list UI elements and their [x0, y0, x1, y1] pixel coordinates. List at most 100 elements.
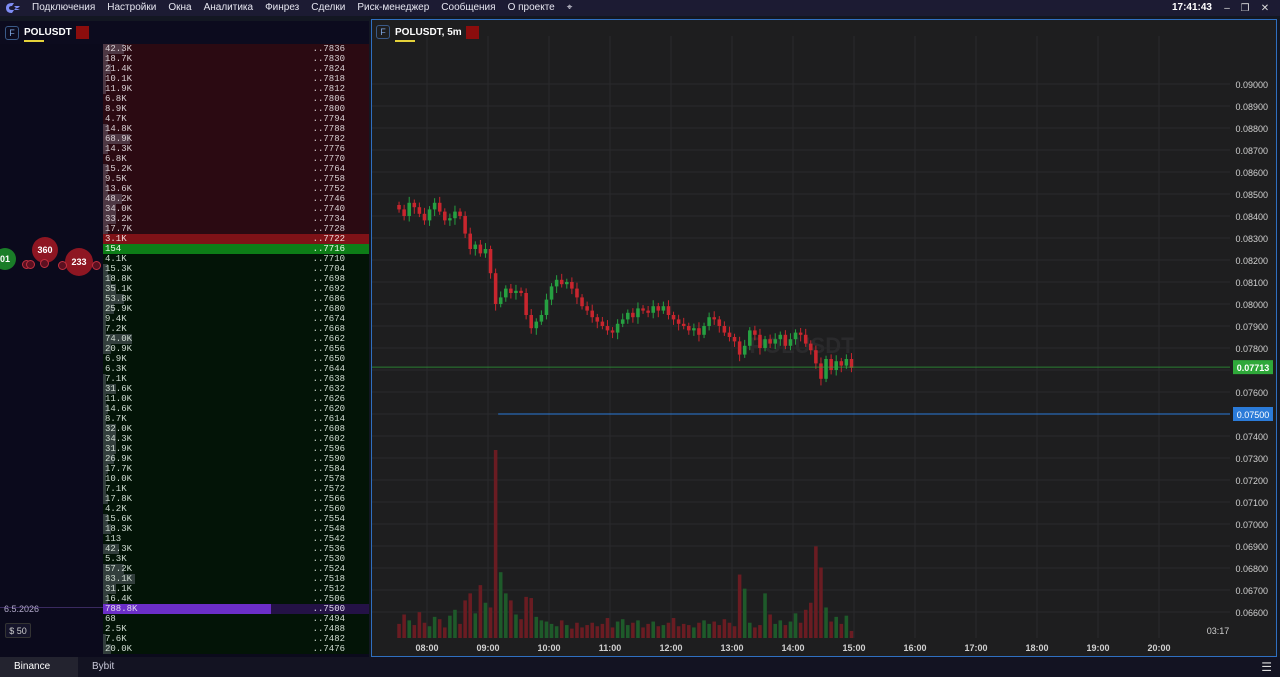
ladder-row[interactable]: 18.7K ..7830 [103, 54, 369, 64]
menu-item[interactable]: Сообщения [435, 0, 501, 16]
price-ladder[interactable]: 42.3K ..7836 18.7K ..7830 21.4K ..7824 10.1K..… [103, 44, 369, 656]
ladder-row[interactable]: 154 ..7716 [103, 244, 369, 254]
candle-body [544, 299, 549, 315]
ladder-row[interactable]: 6.9K ..7650 [103, 354, 369, 364]
ladder-row[interactable]: 4.1K ..7710 [103, 254, 369, 264]
ladder-row[interactable]: 113 ..7542 [103, 534, 369, 544]
candle-body [687, 326, 691, 331]
trade-bubble-small [92, 261, 101, 270]
ladder-row[interactable]: 68 ..7494 [103, 614, 369, 624]
ladder-row[interactable]: 14.6K ..7620 [103, 404, 369, 414]
chart-link-color-icon[interactable] [465, 25, 479, 39]
candlestick-chart[interactable]: 0.09000 0.08900 0.08800 0.08700 0.08600 0.085… [372, 20, 1276, 656]
restore-icon[interactable]: ❐ [1236, 0, 1254, 16]
ladder-row[interactable]: 2.5K ..7488 [103, 624, 369, 634]
ladder-row[interactable]: 5.3K ..7530 [103, 554, 369, 564]
menu-item[interactable]: О проекте [502, 0, 561, 16]
ladder-row[interactable]: 4.2K ..7560 [103, 504, 369, 514]
ladder-row[interactable]: 20.9K ..7656 [103, 344, 369, 354]
ladder-row[interactable]: 6.8K ..7806 [103, 94, 369, 104]
ladder-row[interactable]: 48.2K ..7746 [103, 194, 369, 204]
pin-icon[interactable]: ⌖ [561, 0, 579, 16]
ladder-row[interactable]: 31.9K ..7596 [103, 444, 369, 454]
orderbook-header: F POLUSDT [0, 21, 369, 44]
ladder-row[interactable]: 7.6K ..7482 [103, 634, 369, 644]
volume-bar [626, 625, 630, 638]
ladder-price: ..7572 [312, 484, 345, 494]
menu-item[interactable]: Окна [162, 0, 197, 16]
candle-body [793, 332, 798, 340]
ladder-row[interactable]: 10.1K ..7818 [103, 74, 369, 84]
ladder-row[interactable]: 18.3K ..7548 [103, 524, 369, 534]
ladder-row[interactable]: 4.7K ..7794 [103, 114, 369, 124]
ladder-row[interactable]: 17.7K ..7584 [103, 464, 369, 474]
ladder-row[interactable]: 21.4K ..7824 [103, 64, 369, 74]
ladder-row[interactable]: 3.1K ..7722 [103, 234, 369, 244]
x-tick-label: 09:00 [476, 643, 499, 653]
menu-item[interactable]: Финрез [259, 0, 305, 16]
ladder-row[interactable]: 13.6K ..7752 [103, 184, 369, 194]
ladder-row[interactable]: 83.1K ..7518 [103, 574, 369, 584]
ladder-row[interactable]: 7.2K ..7668 [103, 324, 369, 334]
candle-body [570, 282, 574, 289]
orderbook-symbol[interactable]: POLUSDT [24, 27, 72, 42]
menu-item[interactable]: Сделки [305, 0, 351, 16]
link-color-icon[interactable] [75, 26, 89, 39]
ladder-row[interactable]: 34.3K ..7602 [103, 434, 369, 444]
candle-body [763, 339, 767, 348]
ladder-row[interactable]: 31.1K ..7512 [103, 584, 369, 594]
close-icon[interactable]: ✕ [1256, 0, 1274, 16]
ladder-row[interactable]: 7.1K ..7638 [103, 374, 369, 384]
ladder-row[interactable]: 31.6K ..7632 [103, 384, 369, 394]
ladder-row[interactable]: 8.7K ..7614 [103, 414, 369, 424]
ladder-row[interactable]: 17.7K ..7728 [103, 224, 369, 234]
menu-item[interactable]: Риск-менеджер [351, 0, 435, 16]
ladder-row[interactable]: 53.8K ..7686 [103, 294, 369, 304]
ladder-row[interactable]: 15.3K ..7704 [103, 264, 369, 274]
tab-bybit[interactable]: Bybit [78, 657, 156, 677]
ladder-row[interactable]: 34.0K ..7740 [103, 204, 369, 214]
ladder-row[interactable]: 9.5K ..7758 [103, 174, 369, 184]
ladder-row[interactable]: 9.4K ..7674 [103, 314, 369, 324]
volume-bar [615, 621, 620, 638]
ladder-row[interactable]: 68.9K ..7782 [103, 134, 369, 144]
ladder-row[interactable]: 16.4K ..7506 [103, 594, 369, 604]
ladder-row[interactable]: 18.8K ..7698 [103, 274, 369, 284]
menu-item[interactable]: Аналитика [198, 0, 260, 16]
minimize-icon[interactable]: – [1218, 0, 1236, 16]
menu-item[interactable]: Подключения [26, 0, 101, 16]
ladder-row[interactable]: 17.8K ..7566 [103, 494, 369, 504]
chart-panel[interactable]: F POLUSDT, 5m 0.09000 0.08900 0.08800 0.087… [371, 19, 1277, 657]
ladder-volume: 6.8K [105, 154, 127, 164]
candle-body [514, 290, 518, 293]
ladder-row[interactable]: 6.3K ..7644 [103, 364, 369, 374]
ladder-row[interactable]: 10.0K ..7578 [103, 474, 369, 484]
ladder-row[interactable]: 26.9K ..7590 [103, 454, 369, 464]
ladder-row[interactable]: 42.3K ..7836 [103, 44, 369, 54]
ladder-row[interactable]: 42.3K ..7536 [103, 544, 369, 554]
ladder-row[interactable]: 14.8K ..7788 [103, 124, 369, 134]
ladder-row[interactable]: 35.1K ..7692 [103, 284, 369, 294]
candle-body [534, 321, 539, 329]
chart-title[interactable]: POLUSDT, 5m [395, 27, 462, 42]
ladder-row[interactable]: 6.8K ..7770 [103, 154, 369, 164]
list-menu-icon[interactable]: ☰ [1261, 660, 1272, 674]
ladder-row[interactable]: 788.8K ..7500 [103, 604, 369, 614]
ladder-row[interactable]: 33.2K ..7734 [103, 214, 369, 224]
ladder-row[interactable]: 8.9K ..7800 [103, 104, 369, 114]
order-qty-button[interactable]: $ 50 [5, 623, 31, 638]
ladder-row[interactable]: 14.3K ..7776 [103, 144, 369, 154]
ladder-row[interactable]: 11.0K ..7626 [103, 394, 369, 404]
ladder-row[interactable]: 7.1K ..7572 [103, 484, 369, 494]
ladder-row[interactable]: 32.0K ..7608 [103, 424, 369, 434]
ladder-row[interactable]: 74.0K ..7662 [103, 334, 369, 344]
ladder-row[interactable]: 15.2K ..7764 [103, 164, 369, 174]
ladder-row[interactable]: 25.9K ..7680 [103, 304, 369, 314]
ladder-row[interactable]: 57.2K ..7524 [103, 564, 369, 574]
menu-item[interactable]: Настройки [101, 0, 162, 16]
ladder-price: ..7548 [312, 524, 345, 534]
ladder-row[interactable]: 20.0K ..7476 [103, 644, 369, 654]
tab-binance[interactable]: Binance [0, 657, 78, 677]
ladder-row[interactable]: 15.6K ..7554 [103, 514, 369, 524]
ladder-row[interactable]: 11.9K ..7812 [103, 84, 369, 94]
